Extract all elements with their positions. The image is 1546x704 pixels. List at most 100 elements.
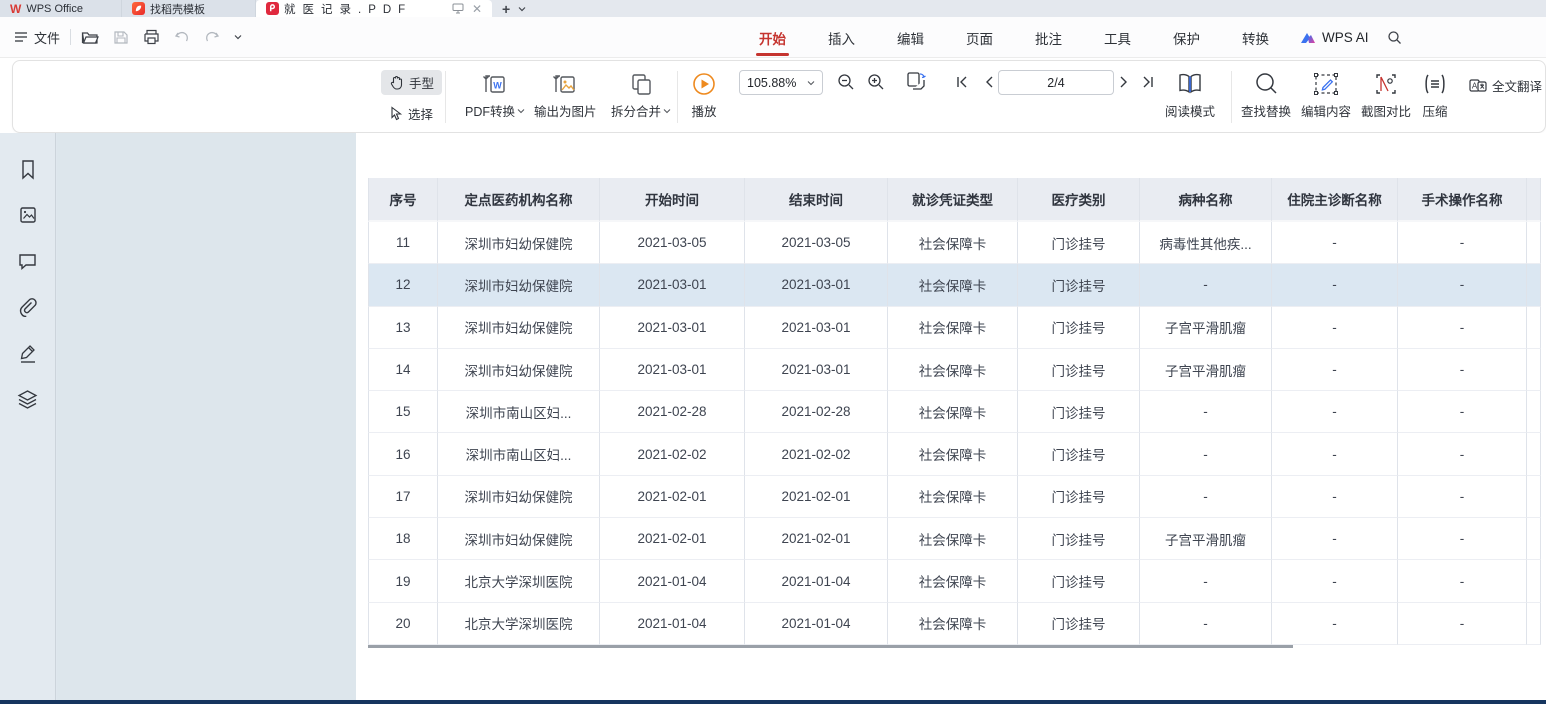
tab-tools[interactable]: 工具 — [1083, 17, 1152, 58]
page-indicator-input[interactable]: 2/4 — [998, 70, 1114, 95]
monitor-icon[interactable] — [452, 3, 464, 14]
menu-bar: 文件 开始 插入 编辑 — [0, 17, 1546, 58]
close-tab-icon[interactable]: ✕ — [472, 2, 482, 16]
rotate-pages-button[interactable] — [903, 69, 929, 93]
compress-button[interactable]: 压缩 — [1421, 71, 1449, 120]
play-button[interactable]: 播放 — [691, 71, 717, 120]
find-replace-button[interactable]: 查找替换 — [1241, 71, 1291, 120]
tab-docer-templates[interactable]: 找稻壳模板 — [122, 0, 256, 17]
sidebar-comment-icon[interactable] — [14, 247, 42, 275]
window-tab-bar: W WPS Office 找稻壳模板 就医记录.PDF ✕ + — [0, 0, 1546, 17]
table-cell: - — [1272, 433, 1398, 475]
menu-search-icon[interactable] — [1387, 30, 1402, 45]
wps-ai-button[interactable]: WPS AI — [1290, 30, 1379, 45]
table-row: 17深圳市妇幼保健院2021-02-012021-02-01社会保障卡门诊挂号-… — [368, 476, 1541, 518]
select-tool-button[interactable]: 选择 — [381, 101, 442, 126]
table-cell: 2021-03-05 — [745, 222, 888, 264]
left-panel-rail — [0, 133, 56, 700]
sidebar-signature-icon[interactable] — [14, 339, 42, 367]
ribbon-tabs: 开始 插入 编辑 页面 批注 工具 保护 转换 WPS AI — [738, 17, 1402, 58]
divider — [445, 71, 446, 123]
screenshot-compare-button[interactable]: 截图对比 — [1361, 71, 1411, 120]
column-header: 病种名称 — [1140, 178, 1272, 222]
sidebar-bookmark-icon[interactable] — [14, 155, 42, 183]
zoom-out-button[interactable] — [833, 70, 859, 94]
new-tab-button[interactable]: + — [502, 1, 510, 17]
sidebar-attachment-icon[interactable] — [14, 293, 42, 321]
find-replace-label: 查找替换 — [1241, 101, 1291, 120]
more-commands-chevron-icon[interactable] — [234, 30, 242, 44]
table-cell: - — [1272, 264, 1398, 306]
wps-ai-label: WPS AI — [1322, 30, 1369, 45]
compress-icon — [1421, 71, 1449, 97]
read-mode-button[interactable]: 阅读模式 — [1165, 71, 1215, 120]
tab-wps-office[interactable]: W WPS Office — [0, 0, 122, 17]
export-image-button[interactable]: 输出为图片 — [534, 71, 597, 120]
table-cell: 2021-02-01 — [745, 518, 888, 560]
file-menu-label: 文件 — [34, 28, 60, 47]
table-cell: 2021-01-04 — [745, 560, 888, 602]
column-header: 手术操作名称 — [1398, 178, 1527, 222]
tab-comment[interactable]: 批注 — [1014, 17, 1083, 58]
sidebar-thumbnail-icon[interactable] — [14, 201, 42, 229]
table-row: 15深圳市南山区妇...2021-02-282021-02-28社会保障卡门诊挂… — [368, 391, 1541, 433]
tab-home[interactable]: 开始 — [738, 17, 807, 58]
table-cell: 门诊挂号 — [1018, 518, 1140, 560]
table-cell: 2021-01-04 — [600, 560, 745, 602]
tab-convert[interactable]: 转换 — [1221, 17, 1290, 58]
tab-label: WPS Office — [26, 3, 83, 15]
tab-insert[interactable]: 插入 — [807, 17, 876, 58]
open-folder-icon[interactable] — [81, 30, 99, 45]
table-cell-partial — [1527, 433, 1541, 475]
table-cell: 深圳市妇幼保健院 — [438, 349, 600, 391]
compress-label: 压缩 — [1422, 101, 1447, 120]
table-cell: - — [1272, 307, 1398, 349]
table-cell: 北京大学深圳医院 — [438, 560, 600, 602]
tab-page[interactable]: 页面 — [945, 17, 1014, 58]
last-page-button[interactable] — [1135, 70, 1161, 94]
table-cell-partial — [1527, 307, 1541, 349]
table-cell: 门诊挂号 — [1018, 307, 1140, 349]
pdf-convert-button[interactable]: W PDF转换 — [465, 71, 525, 120]
table-cell: - — [1140, 476, 1272, 518]
split-merge-button[interactable]: 拆分合并 — [611, 71, 671, 120]
table-cell: - — [1272, 391, 1398, 433]
tab-edit[interactable]: 编辑 — [876, 17, 945, 58]
sidebar-layers-icon[interactable] — [14, 385, 42, 413]
save-icon[interactable] — [113, 30, 129, 45]
first-page-button[interactable] — [949, 70, 975, 94]
tab-protect[interactable]: 保护 — [1152, 17, 1221, 58]
table-cell: - — [1140, 433, 1272, 475]
edit-content-button[interactable]: 编辑内容 — [1301, 71, 1351, 120]
zoom-in-button[interactable] — [863, 70, 889, 94]
table-cell: 社会保障卡 — [888, 603, 1018, 645]
tab-document-active[interactable]: 就医记录.PDF ✕ — [256, 0, 492, 17]
print-icon[interactable] — [143, 29, 160, 45]
table-cell: - — [1398, 603, 1527, 645]
export-image-icon — [552, 71, 578, 97]
table-cell: 2021-02-02 — [600, 433, 745, 475]
file-menu-button[interactable]: 文件 — [0, 28, 60, 47]
table-cell-partial — [1527, 518, 1541, 560]
next-page-button[interactable] — [1111, 70, 1137, 94]
table-cell: 11 — [368, 222, 438, 264]
table-cell: 2021-03-01 — [745, 264, 888, 306]
table-cell: 深圳市南山区妇... — [438, 391, 600, 433]
table-cell: 门诊挂号 — [1018, 433, 1140, 475]
hand-tool-button[interactable]: 手型 — [381, 70, 442, 95]
tab-list-chevron-icon[interactable] — [518, 2, 526, 16]
table-cell-partial — [1527, 603, 1541, 645]
table-cell-partial — [1527, 560, 1541, 602]
table-row: 11深圳市妇幼保健院2021-03-052021-03-05社会保障卡门诊挂号病… — [368, 222, 1541, 264]
wps-pdf-window: W WPS Office 找稻壳模板 就医记录.PDF ✕ + — [0, 0, 1546, 704]
zoom-level-select[interactable]: 105.88% — [739, 70, 823, 95]
table-cell: 社会保障卡 — [888, 349, 1018, 391]
undo-icon[interactable] — [174, 30, 190, 44]
redo-icon[interactable] — [204, 30, 220, 44]
hand-icon — [389, 75, 404, 90]
table-cell: 15 — [368, 391, 438, 433]
table-cell: - — [1272, 518, 1398, 560]
full-translate-button[interactable]: A 全文翻译 — [1461, 73, 1546, 98]
split-merge-label: 拆分合并 — [611, 101, 661, 120]
quick-access-toolbar — [81, 29, 242, 45]
